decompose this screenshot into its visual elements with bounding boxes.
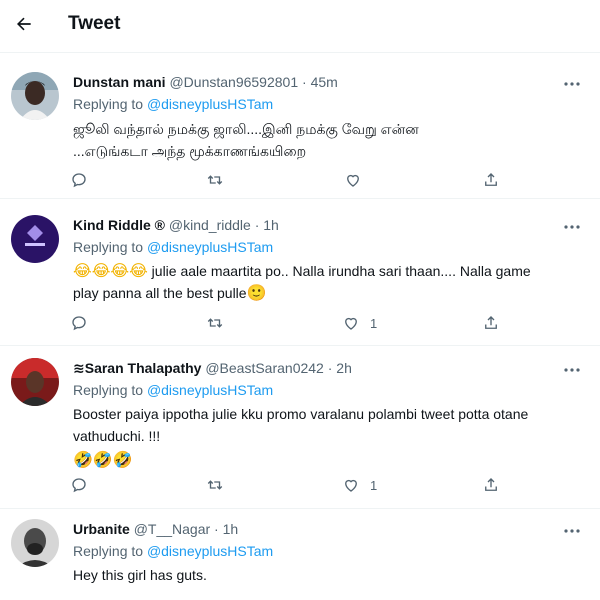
reply-button[interactable]	[70, 312, 88, 334]
retweet-button[interactable]	[206, 169, 224, 191]
share-button[interactable]	[482, 312, 500, 334]
mention-link[interactable]: @disneyplusHSTam	[147, 96, 273, 112]
retweet-icon	[207, 175, 223, 185]
more-options-button[interactable]	[561, 76, 583, 92]
replying-to-label: Replying to	[73, 382, 144, 398]
arrow-left-icon	[17, 17, 31, 31]
reply-tweet[interactable]: ≋Saran Thalapathy @BeastSaran0242 · 2h R…	[0, 346, 600, 509]
replying-to-label: Replying to	[73, 239, 144, 255]
back-button[interactable]	[8, 8, 40, 40]
separator-dot: ·	[214, 521, 219, 537]
mention-link[interactable]: @disneyplusHSTam	[147, 543, 273, 559]
heart-icon	[345, 479, 357, 492]
tweet-text-line: ஜூலி வந்தால் நமக்கு ஜாலி....இனி நமக்கு வ…	[73, 121, 419, 137]
timestamp[interactable]: 45m	[311, 74, 338, 90]
separator-dot: ·	[302, 74, 307, 90]
mention-link[interactable]: @disneyplusHSTam	[147, 239, 273, 255]
user-handle[interactable]: @BeastSaran0242	[205, 360, 324, 376]
comment-icon	[72, 478, 86, 493]
name-symbol: ≋	[73, 360, 85, 376]
retweet-icon	[207, 480, 223, 490]
tweet-text-line: play panna all the best pulle	[73, 285, 247, 301]
avatar[interactable]	[11, 72, 59, 120]
like-button[interactable]: 1	[342, 312, 377, 334]
tweet-text: Hey this girl has guts.	[73, 564, 573, 586]
reply-tweet[interactable]: Urbanite @T__Nagar · 1h Replying to @dis…	[0, 509, 600, 600]
like-count: 1	[370, 477, 378, 493]
timestamp[interactable]: 1h	[263, 217, 279, 233]
tweet-text: 😂😂😂😂 julie aale maartita po.. Nalla irun…	[73, 260, 573, 304]
share-button[interactable]	[482, 169, 500, 191]
avatar[interactable]	[11, 358, 59, 406]
avatar[interactable]	[11, 519, 59, 567]
registered-badge: ®	[154, 217, 165, 233]
like-button[interactable]: 1	[342, 474, 377, 496]
page-title: Tweet	[68, 13, 121, 34]
share-button[interactable]	[482, 474, 500, 496]
share-icon	[485, 173, 497, 186]
more-horizontal-icon	[564, 82, 580, 86]
joy-emoji: 😂😂😂😂	[73, 261, 148, 280]
comment-icon	[72, 173, 86, 188]
timestamp[interactable]: 1h	[223, 521, 239, 537]
user-name[interactable]: Urbanite	[73, 521, 130, 537]
reply-button[interactable]	[70, 169, 88, 191]
user-name[interactable]: Kind Riddle	[73, 217, 151, 233]
heart-icon	[347, 174, 359, 187]
share-icon	[485, 316, 497, 329]
retweet-button[interactable]	[206, 474, 224, 496]
more-horizontal-icon	[564, 368, 580, 372]
share-icon	[485, 478, 497, 491]
user-handle[interactable]: @T__Nagar	[134, 521, 210, 537]
replying-to-label: Replying to	[73, 96, 144, 112]
separator-dot: ·	[327, 360, 333, 376]
separator-dot: ·	[254, 217, 260, 233]
retweet-button[interactable]	[206, 312, 224, 334]
more-options-button[interactable]	[561, 523, 583, 539]
tweet-header: Tweet	[0, 0, 600, 53]
reply-button[interactable]	[70, 474, 88, 496]
timestamp[interactable]: 2h	[336, 360, 352, 376]
smile-emoji: 🙂	[246, 283, 267, 302]
replying-to-label: Replying to	[73, 543, 144, 559]
like-count: 1	[370, 315, 378, 331]
tweet-text: ஜூலி வந்தால் நமக்கு ஜாலி....இனி நமக்கு வ…	[73, 118, 573, 162]
user-name[interactable]: Dunstan mani	[73, 74, 166, 90]
mention-link[interactable]: @disneyplusHSTam	[147, 382, 273, 398]
tweet-text-line: Booster paiya ippotha julie kku promo va…	[73, 406, 529, 422]
like-button[interactable]	[344, 169, 372, 191]
avatar[interactable]	[11, 215, 59, 263]
retweet-icon	[207, 318, 223, 328]
comment-icon	[72, 316, 86, 331]
reply-tweet[interactable]: Dunstan mani @Dunstan96592801 · 45m Repl…	[0, 62, 600, 199]
tweet-text-line: julie aale maartita po.. Nalla irundha s…	[147, 263, 531, 279]
more-options-button[interactable]	[561, 219, 583, 235]
tweet-text-line: Hey this girl has guts.	[73, 567, 207, 583]
user-handle[interactable]: @Dunstan96592801	[169, 74, 298, 90]
heart-icon	[345, 317, 357, 330]
user-name[interactable]: Saran Thalapathy	[85, 360, 202, 376]
more-options-button[interactable]	[561, 362, 583, 378]
reply-tweet[interactable]: Kind Riddle ® @kind_riddle · 1h Replying…	[0, 199, 600, 346]
rofl-emoji: 🤣🤣🤣	[73, 450, 133, 469]
tweet-text-line: vathuduchi. !!!	[73, 428, 161, 444]
tweet-text-line: ...எடுங்கடா அந்த மூக்காணங்கயிறை	[73, 143, 307, 159]
user-handle[interactable]: @kind_riddle	[169, 217, 251, 233]
tweet-text: Booster paiya ippotha julie kku promo va…	[73, 403, 573, 471]
more-horizontal-icon	[564, 529, 580, 533]
more-horizontal-icon	[564, 225, 580, 229]
